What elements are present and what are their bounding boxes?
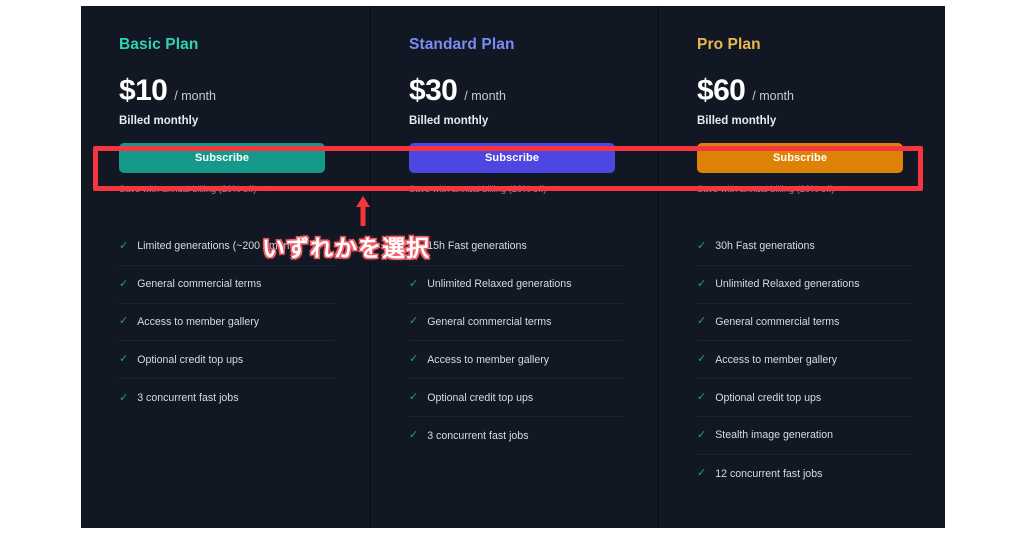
annual-billing-link[interactable]: Save with annual billing (20% off) → [697,184,907,194]
plan-header: Basic Plan $10 / month Billed monthly Subscr… [81,36,369,194]
plan-header: Pro Plan $60 / month Billed monthly Subscrib… [659,36,945,194]
plan-header: Standard Plan $30 / month Billed monthly Sub… [371,36,657,194]
check-icon: ✓ [409,277,419,290]
feature-item: ✓ Optional credit top ups [409,379,623,417]
feature-item: ✓ Access to member gallery [119,304,335,342]
subscribe-button[interactable]: Subscribe [697,143,903,173]
pricing-column: Pro Plan $60 / month Billed monthly Subscrib… [657,6,945,528]
feature-item: ✓ Stealth image generation [697,417,911,455]
check-icon: ✓ [697,353,707,366]
feature-label: Access to member gallery [715,353,838,366]
feature-label: General commercial terms [427,315,552,328]
feature-label: Optional credit top ups [137,353,244,366]
feature-item: ✓ 3 concurrent fast jobs [409,417,623,455]
feature-label: 3 concurrent fast jobs [137,392,239,405]
plan-name: Standard Plan [409,36,515,53]
feature-label: 30h Fast generations [715,240,815,253]
check-icon: ✓ [697,315,707,328]
pricing-column: Basic Plan $10 / month Billed monthly Subscr… [81,6,369,528]
billing-note: Billed monthly [409,115,489,127]
check-icon: ✓ [119,391,129,404]
subscribe-button[interactable]: Subscribe [409,143,615,173]
plan-price: $60 [697,74,746,107]
pricing-page: Basic Plan $10 / month Billed monthly Subscr… [0,0,1024,538]
feature-label: 12 concurrent fast jobs [715,467,823,480]
feature-label: Access to member gallery [137,315,260,328]
callout-text: いずれかを選択 [262,235,430,261]
billing-note: Billed monthly [119,115,199,127]
feature-item: ✓ 12 concurrent fast jobs [697,455,911,493]
feature-list: ✓ 30h Fast generations ✓ Unlimited Relaxed … [659,228,945,493]
feature-label: Stealth image generation [715,429,834,442]
check-icon: ✓ [409,315,419,328]
feature-label: General commercial terms [715,315,840,328]
annual-billing-link[interactable]: Save with annual billing (20% off) → [409,184,619,194]
check-icon: ✓ [409,429,419,442]
plan-period: / month [464,89,506,103]
feature-item: ✓ Optional credit top ups [119,341,335,380]
plan-name: Pro Plan [697,36,761,53]
price-row: $60 / month [697,76,907,106]
feature-item: ✓ 15h Fast generations [409,228,623,266]
feature-item: ✓ General commercial terms [697,304,911,342]
check-icon: ✓ [119,239,129,252]
feature-label: 3 concurrent fast jobs [427,429,529,442]
check-icon: ✓ [697,391,707,404]
feature-item: ✓ 3 concurrent fast jobs [119,379,335,417]
subscribe-button[interactable]: Subscribe [119,143,325,173]
billing-note: Billed monthly [697,115,777,127]
feature-item: ✓ Optional credit top ups [697,379,911,417]
pricing-column: Standard Plan $30 / month Billed monthly Sub… [369,6,657,528]
check-icon: ✓ [119,277,129,290]
feature-label: Access to member gallery [427,353,550,366]
plan-period: / month [752,89,794,103]
check-icon: ✓ [697,277,707,290]
plan-name: Basic Plan [119,36,199,53]
price-row: $10 / month [119,76,331,106]
price-row: $30 / month [409,76,619,106]
feature-item: ✓ General commercial terms [409,304,623,342]
check-icon: ✓ [119,353,129,366]
check-icon: ✓ [409,353,419,366]
feature-item: ✓ Access to member gallery [409,341,623,380]
feature-label: Optional credit top ups [715,391,822,404]
check-icon: ✓ [697,239,707,252]
feature-item: ✓ Unlimited Relaxed generations [409,266,623,304]
check-icon: ✓ [697,428,707,441]
feature-item: ✓ 30h Fast generations [697,228,911,266]
pricing-panel: Basic Plan $10 / month Billed monthly Subscr… [81,6,945,528]
feature-label: Unlimited Relaxed generations [715,278,860,291]
check-icon: ✓ [409,391,419,404]
plan-price: $30 [409,74,458,107]
plan-price: $10 [119,74,168,107]
feature-label: Optional credit top ups [427,391,534,404]
annual-billing-link[interactable]: Save with annual billing (20% off) → [119,184,331,194]
feature-label: General commercial terms [137,278,262,291]
feature-item: ✓ Unlimited Relaxed generations [697,266,911,304]
feature-label: 15h Fast generations [427,240,527,253]
check-icon: ✓ [119,315,129,328]
plan-period: / month [174,89,216,103]
feature-label: Unlimited Relaxed generations [427,278,572,291]
feature-item: ✓ Access to member gallery [697,341,911,380]
check-icon: ✓ [697,467,707,480]
feature-item: ✓ General commercial terms [119,266,335,304]
